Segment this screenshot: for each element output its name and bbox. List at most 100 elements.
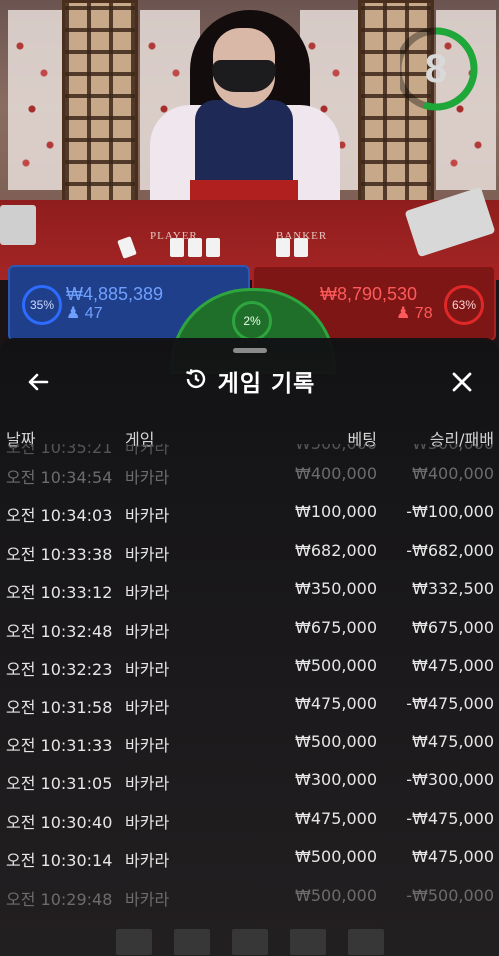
discard-tray (0, 205, 36, 245)
row-result: ₩675,000 (412, 618, 494, 637)
row-date: 오전 10:29:48 (6, 890, 113, 909)
row-bet: ₩475,000 (295, 809, 377, 828)
row-result: -₩500,000 (406, 886, 494, 905)
row-result: ₩332,500 (412, 579, 494, 598)
page-title: 게임 기록 (217, 371, 316, 397)
table-row[interactable]: 오전 10:31:33 바카라 ₩500,000 ₩475,000 (0, 722, 499, 760)
person-icon: ♟ (396, 305, 411, 322)
timer-seconds: 8 (424, 46, 448, 91)
table-row[interactable]: 오전 10:29:48 바카라 ₩500,000 -₩500,000 (0, 876, 499, 914)
felt-label-banker: BANKER (276, 230, 328, 242)
table-row[interactable]: 오전 10:31:05 바카라 ₩300,000 -₩300,000 (0, 760, 499, 798)
table-row[interactable]: 오전 10:33:12 바카라 ₩350,000 ₩332,500 (0, 569, 499, 607)
row-result: -₩475,000 (406, 694, 494, 713)
row-date: 오전 10:32:23 (6, 660, 113, 679)
card-result-strip (0, 928, 499, 956)
row-result: ₩475,000 (412, 656, 494, 675)
row-result: -₩100,000 (406, 502, 494, 521)
felt-label-player: PLAYER (150, 230, 198, 242)
row-game: 바카라 (125, 698, 170, 717)
row-date: 오전 10:31:05 (6, 774, 113, 793)
row-result: ₩500,000 (412, 444, 494, 453)
table-row[interactable]: 오전 10:30:14 바카라 ₩500,000 ₩475,000 (0, 837, 499, 875)
row-result: ₩475,000 (412, 847, 494, 866)
result-card (289, 929, 326, 955)
row-date: 오전 10:34:54 (6, 468, 113, 487)
close-icon (452, 372, 472, 392)
row-date: 오전 10:31:33 (6, 736, 113, 755)
row-bet: ₩682,000 (295, 541, 377, 560)
row-game: 바카라 (125, 545, 170, 564)
row-date: 오전 10:33:38 (6, 545, 113, 564)
row-game: 바카라 (125, 468, 170, 487)
row-bet: ₩500,000 (295, 656, 377, 675)
table-row[interactable]: 오전 10:33:38 바카라 ₩682,000 -₩682,000 (0, 531, 499, 569)
table-row[interactable]: 오전 10:34:03 바카라 ₩100,000 -₩100,000 (0, 492, 499, 530)
card (206, 238, 220, 257)
table-row[interactable]: 오전 10:32:48 바카라 ₩675,000 ₩675,000 (0, 608, 499, 646)
player-percent: 35% (22, 285, 62, 325)
row-game: 바카라 (125, 774, 170, 793)
row-result: -₩475,000 (406, 809, 494, 828)
round-timer: 8 (394, 22, 484, 116)
table-row[interactable]: 오전 10:32:23 바카라 ₩500,000 ₩475,000 (0, 646, 499, 684)
close-button[interactable] (444, 364, 480, 400)
row-date: 오전 10:33:12 (6, 583, 113, 602)
row-game: 바카라 (125, 506, 170, 525)
row-result: ₩475,000 (412, 732, 494, 751)
table-row[interactable]: 오전 10:34:54 바카라 ₩400,000 ₩400,000 (0, 454, 499, 492)
table-row[interactable]: 오전 10:30:40 바카라 ₩475,000 -₩475,000 (0, 799, 499, 837)
row-result: -₩300,000 (406, 770, 494, 789)
table-row[interactable]: 오전 10:31:58 바카라 ₩475,000 -₩475,000 (0, 684, 499, 722)
arrow-left-icon (28, 373, 49, 391)
row-game: 바카라 (125, 890, 170, 909)
row-result: -₩682,000 (406, 541, 494, 560)
row-date: 오전 10:30:14 (6, 851, 113, 870)
row-game: 바카라 (125, 660, 170, 679)
result-card (347, 929, 384, 955)
banker-percent: 63% (444, 285, 484, 325)
row-game: 바카라 (125, 851, 170, 870)
lattice-screen-left (62, 0, 138, 211)
banker-bet-total: ₩8,790,530 (320, 284, 418, 304)
row-bet: ₩350,000 (295, 579, 377, 598)
title-group: 게임 기록 (0, 356, 499, 406)
dealer-mask (212, 60, 276, 92)
row-game: 바카라 (125, 583, 170, 602)
row-bet: ₩500,000 (295, 444, 377, 453)
player-bet-total: ₩4,885,389 (66, 284, 164, 304)
row-bet: ₩675,000 (295, 618, 377, 637)
banker-count-value: 78 (414, 305, 433, 322)
person-icon: ♟ (66, 305, 81, 322)
row-bet: ₩500,000 (295, 847, 377, 866)
player-bettor-count: ♟ 47 (66, 303, 103, 323)
row-game: 바카라 (125, 813, 170, 832)
row-bet: ₩300,000 (295, 770, 377, 789)
game-history-sheet: 게임 기록 날짜 게임 베팅 승리/패배 오전 10:35:21 바카라 ₩50… (0, 338, 499, 956)
row-date: 오전 10:30:40 (6, 813, 113, 832)
history-clock-icon (184, 367, 208, 395)
sheet-drag-handle[interactable] (233, 348, 267, 353)
dealer-sash (190, 180, 298, 202)
row-date: 오전 10:31:58 (6, 698, 113, 717)
row-game: 바카라 (125, 622, 170, 641)
row-bet: ₩100,000 (295, 502, 377, 521)
row-result: ₩400,000 (412, 464, 494, 483)
result-card (231, 929, 268, 955)
player-count-value: 47 (84, 305, 103, 322)
row-bet: ₩400,000 (295, 464, 377, 483)
tie-percent: 2% (232, 301, 272, 341)
row-bet: ₩475,000 (295, 694, 377, 713)
row-bet: ₩500,000 (295, 886, 377, 905)
result-card (115, 929, 152, 955)
history-list[interactable]: 오전 10:35:21 바카라 ₩500,000 ₩500,000 오전 10:… (0, 444, 499, 956)
result-card (173, 929, 210, 955)
blossom-panel-left (8, 10, 68, 190)
row-date: 오전 10:32:48 (6, 622, 113, 641)
back-button[interactable] (20, 364, 56, 400)
row-bet: ₩500,000 (295, 732, 377, 751)
banker-bettor-count: ♟ 78 (396, 303, 433, 323)
row-game: 바카라 (125, 736, 170, 755)
row-date: 오전 10:34:03 (6, 506, 113, 525)
sheet-header: 게임 기록 (0, 356, 499, 406)
